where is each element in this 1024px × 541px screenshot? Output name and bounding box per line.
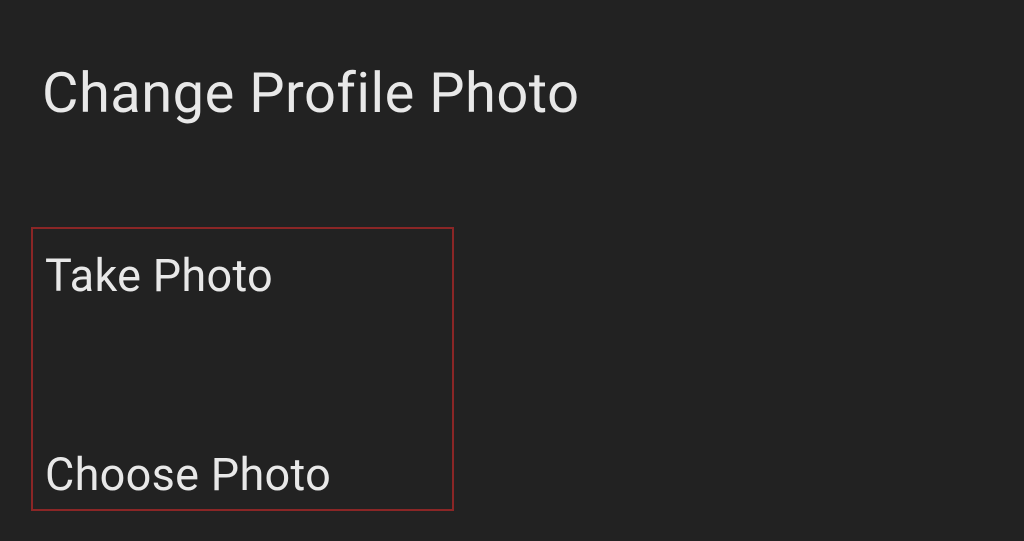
choose-photo-option[interactable]: Choose Photo bbox=[33, 448, 331, 501]
photo-options-group: Take Photo Choose Photo bbox=[31, 227, 454, 511]
dialog-title: Change Profile Photo bbox=[0, 0, 1024, 126]
take-photo-option[interactable]: Take Photo bbox=[33, 229, 452, 302]
